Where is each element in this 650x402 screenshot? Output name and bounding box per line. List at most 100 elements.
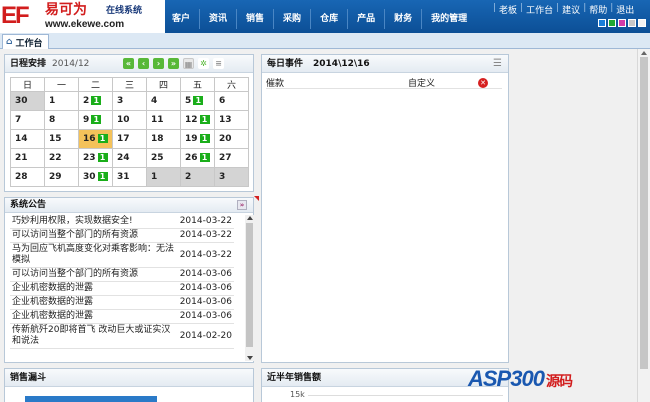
announcement-text[interactable]: 马为回应飞机高度变化对乘客影响：无法模拟 [10, 242, 178, 268]
delete-icon[interactable]: ✕ [478, 77, 488, 88]
nav-item-warehouse[interactable]: 仓库 [310, 9, 347, 29]
settings-icon[interactable]: ✲ [198, 58, 209, 69]
calendar-day[interactable]: 19 1 [180, 129, 215, 149]
calendar-day[interactable]: 27 [214, 148, 249, 168]
calendar-day[interactable]: 51 [180, 91, 215, 111]
scroll-up-icon[interactable] [641, 51, 647, 55]
calendar-day[interactable]: 26 1 [180, 148, 215, 168]
announcement-text[interactable]: 巧妙利用权限，实现数据安全! [10, 215, 178, 229]
day-number: 1 [151, 172, 158, 182]
calendar-day[interactable]: 21 [10, 148, 45, 168]
calendar-day[interactable]: 17 [112, 129, 147, 149]
calendar-day[interactable]: 20 [214, 129, 249, 149]
calendar-day[interactable]: 11 [146, 110, 181, 130]
prev-icon[interactable]: ‹ [138, 58, 149, 69]
nav-item-product[interactable]: 产品 [347, 9, 384, 29]
calendar-day[interactable]: 29 [44, 167, 79, 187]
event-count-badge[interactable]: 1 [193, 96, 204, 105]
announcement-text[interactable]: 企业机密数据的泄露 [10, 309, 178, 324]
scroll-down-icon[interactable] [247, 356, 253, 360]
more-icon[interactable]: » [237, 200, 247, 210]
calendar-day[interactable]: 91 [78, 110, 113, 130]
event-count-badge[interactable]: 1 [91, 115, 102, 124]
announcement-row[interactable]: 马为回应飞机高度变化对乘客影响：无法模拟 2014-03-22 [10, 242, 234, 268]
skin-swatch-pink[interactable] [618, 19, 626, 27]
calendar-day[interactable]: 3 [214, 167, 249, 187]
calendar-day[interactable]: 7 [10, 110, 45, 130]
announcement-text[interactable]: 企业机密数据的泄露 [10, 281, 178, 296]
calendar-day[interactable]: 22 [44, 148, 79, 168]
announcement-row[interactable]: 可以访问当整个部门的所有资源 2014-03-06 [10, 267, 234, 282]
calendar-day[interactable]: 30 [10, 91, 45, 111]
util-help-link[interactable]: 帮助 [589, 3, 607, 16]
calendar-day[interactable]: 23 1 [78, 148, 113, 168]
event-count-badge[interactable]: 1 [91, 96, 102, 105]
announcement-scrollbar-thumb[interactable] [246, 223, 253, 347]
calendar-day[interactable]: 4 [146, 91, 181, 111]
calendar-day[interactable]: 10 [112, 110, 147, 130]
calendar-day[interactable]: 24 [112, 148, 147, 168]
calendar-day[interactable]: 15 [44, 129, 79, 149]
calendar-day[interactable]: 2 [180, 167, 215, 187]
calendar-day[interactable]: 30 1 [78, 167, 113, 187]
calendar-day[interactable]: 31 [112, 167, 147, 187]
calendar-icon[interactable]: ▦ [183, 58, 194, 69]
util-suggest-link[interactable]: 建议 [562, 3, 580, 16]
announcement-text[interactable]: 可以访问当整个部门的所有资源 [10, 267, 178, 282]
announcement-text[interactable]: 可以访问当整个部门的所有资源 [10, 228, 178, 243]
calendar-day[interactable]: 21 [78, 91, 113, 111]
announcement-row[interactable]: 企业机密数据的泄露 2014-03-06 [10, 295, 234, 310]
nav-item-customer[interactable]: 客户 [163, 9, 199, 29]
list-view-icon[interactable]: ☰ [493, 55, 502, 73]
event-row[interactable]: 催款 自定义 ✕ [266, 77, 502, 89]
skin-swatch-gray[interactable] [628, 19, 636, 27]
last-page-icon[interactable]: » [168, 58, 179, 69]
tab-workbench[interactable]: ⌂ 工作台 [2, 34, 50, 49]
calendar-day[interactable]: 28 [10, 167, 45, 187]
calendar-day[interactable]: 16 1 [78, 129, 113, 149]
page-scrollbar-thumb[interactable] [640, 57, 648, 369]
skin-swatch-blue[interactable] [598, 19, 606, 27]
calendar-day[interactable]: 12 1 [180, 110, 215, 130]
event-count-badge[interactable]: 1 [199, 115, 210, 124]
calendar-day[interactable]: 25 [146, 148, 181, 168]
announcement-row[interactable]: 企业机密数据的泄露 2014-03-06 [10, 281, 234, 296]
nav-item-sales[interactable]: 销售 [236, 9, 273, 29]
announcement-row[interactable]: 巧妙利用权限，实现数据安全! 2014-03-22 [10, 215, 234, 229]
calendar-day[interactable]: 3 [112, 91, 147, 111]
nav-item-news[interactable]: 资讯 [199, 9, 236, 29]
event-count-badge[interactable]: 1 [199, 134, 210, 143]
announcement-row[interactable]: 企业机密数据的泄露 2014-03-06 [10, 309, 234, 324]
event-count-badge[interactable]: 1 [97, 153, 108, 162]
list-icon[interactable]: ≡ [213, 58, 224, 69]
calendar-day[interactable]: 1 [146, 167, 181, 187]
announcement-row[interactable]: 传新航歼20即将首飞 改动巨大或证实汉和说法 2014-02-20 [10, 323, 234, 349]
calendar-day[interactable]: 18 [146, 129, 181, 149]
announcement-scrollbar[interactable] [245, 215, 254, 361]
announcement-text[interactable]: 企业机密数据的泄露 [10, 295, 178, 310]
nav-item-purchase[interactable]: 采购 [273, 9, 310, 29]
scroll-up-icon[interactable] [247, 216, 253, 220]
event-count-badge[interactable]: 1 [97, 172, 108, 181]
announcement-row[interactable]: 可以访问当整个部门的所有资源 2014-03-22 [10, 228, 234, 243]
next-icon[interactable]: › [153, 58, 164, 69]
day-number: 4 [151, 96, 158, 106]
event-count-badge[interactable]: 1 [97, 134, 108, 143]
page-scrollbar[interactable] [637, 49, 650, 402]
first-page-icon[interactable]: « [123, 58, 134, 69]
util-logout-link[interactable]: 退出 [616, 3, 634, 16]
nav-item-finance[interactable]: 财务 [384, 9, 421, 29]
event-count-badge[interactable]: 1 [199, 153, 210, 162]
calendar-day[interactable]: 6 [214, 91, 249, 111]
announcement-text[interactable]: 传新航歼20即将首飞 改动巨大或证实汉和说法 [10, 323, 178, 349]
calendar-day[interactable]: 13 [214, 110, 249, 130]
calendar-day[interactable]: 1 [44, 91, 79, 111]
day-number: 22 [49, 153, 62, 163]
skin-swatch-white[interactable] [638, 19, 646, 27]
util-workbench-link[interactable]: 工作台 [526, 3, 553, 16]
skin-swatch-green[interactable] [608, 19, 616, 27]
util-boss-link[interactable]: 老板 [499, 3, 517, 16]
calendar-day[interactable]: 8 [44, 110, 79, 130]
calendar-day[interactable]: 14 [10, 129, 45, 149]
nav-item-my-admin[interactable]: 我的管理 [421, 9, 476, 29]
